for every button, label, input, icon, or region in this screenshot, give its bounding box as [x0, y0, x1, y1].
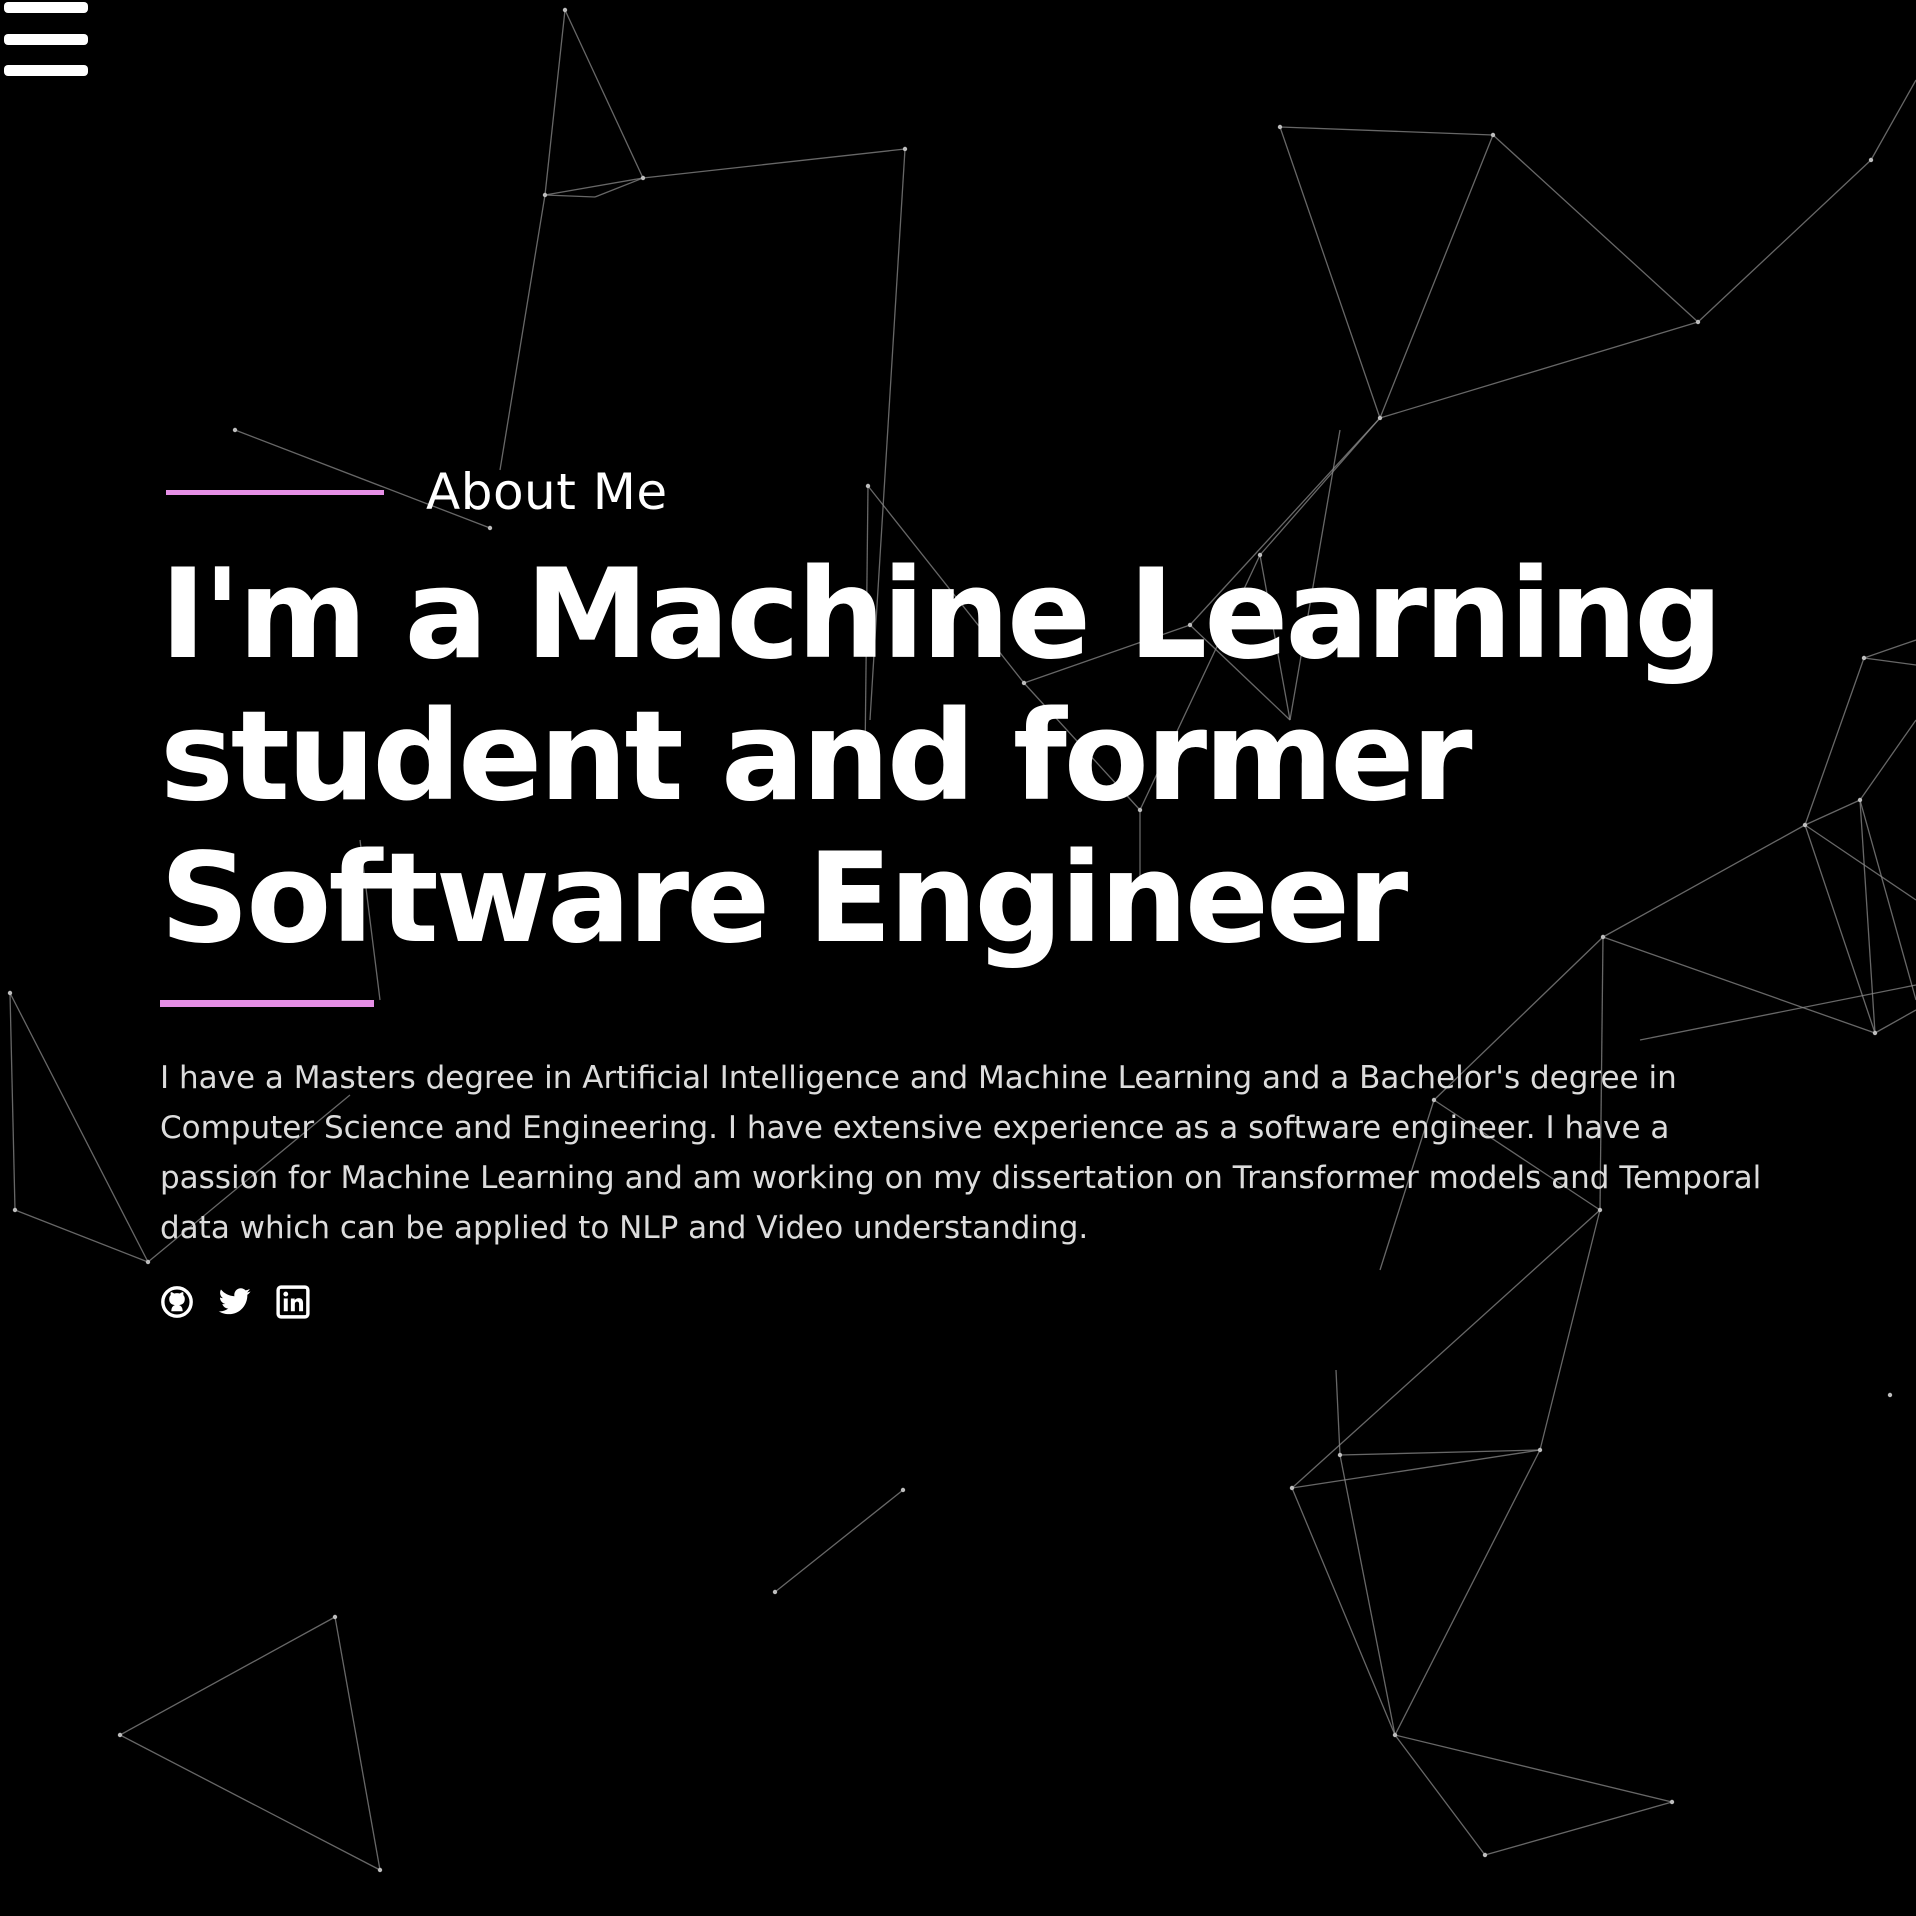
network-node [1377, 415, 1383, 421]
network-node [1337, 1452, 1343, 1458]
network-line [1870, 79, 1916, 161]
github-icon [161, 1286, 193, 1318]
network-line [1804, 824, 1876, 1034]
network-node [12, 1207, 18, 1213]
network-node [1482, 1852, 1488, 1858]
network-node [562, 7, 568, 13]
network-node [332, 1614, 338, 1620]
network-line [1291, 1449, 1541, 1489]
network-node [1802, 822, 1808, 828]
page-title: I'm a Machine Learning student and forme… [160, 543, 1723, 971]
menu-bar-top [4, 2, 88, 13]
network-node [117, 1732, 123, 1738]
network-node [1537, 1447, 1543, 1453]
network-line [1279, 126, 1494, 136]
menu-bar-bottom [4, 65, 88, 76]
menu-bar-middle [4, 34, 88, 45]
network-line [1804, 824, 1916, 901]
network-line [1394, 1449, 1541, 1736]
twitter-link[interactable] [218, 1285, 252, 1319]
network-line [1859, 719, 1916, 801]
network-node [7, 990, 13, 996]
network-node [1669, 1799, 1675, 1805]
network-line [544, 194, 596, 198]
network-node [232, 427, 238, 433]
network-line [544, 9, 566, 196]
network-line [119, 1734, 381, 1871]
network-node [1490, 132, 1496, 138]
network-line [774, 1489, 904, 1593]
about-section: About Me I'm a Machine Learning student … [160, 450, 1800, 1319]
network-line [1863, 657, 1916, 666]
network-node [902, 146, 908, 152]
network-node [1872, 1030, 1878, 1036]
linkedin-link[interactable] [276, 1285, 310, 1319]
bio-paragraph: I have a Masters degree in Artificial In… [160, 1060, 1762, 1246]
linkedin-icon [276, 1285, 310, 1319]
network-line [1804, 657, 1865, 826]
network-line [119, 1616, 336, 1736]
network-line [1379, 134, 1494, 419]
social-links [160, 1285, 1800, 1319]
network-line [9, 992, 149, 1263]
network-node [900, 1487, 906, 1493]
network-line [1863, 639, 1916, 659]
network-line [1335, 1369, 1341, 1456]
network-line [564, 9, 644, 179]
network-line [1379, 321, 1699, 419]
network-line [1874, 1009, 1916, 1034]
network-node [1868, 157, 1874, 163]
network-node [1887, 1392, 1893, 1398]
network-node [1392, 1732, 1398, 1738]
github-link[interactable] [160, 1285, 194, 1319]
network-node [145, 1259, 151, 1265]
twitter-icon [218, 1288, 251, 1315]
page: About Me I'm a Machine Learning student … [0, 0, 1916, 1916]
network-node [1277, 124, 1283, 130]
network-line [1394, 1734, 1673, 1803]
network-node [1857, 797, 1863, 803]
network-node [1861, 655, 1867, 661]
network-line [1492, 134, 1699, 323]
network-line [1859, 799, 1876, 1034]
network-line [1859, 799, 1916, 1001]
network-line [544, 177, 644, 196]
network-line [1279, 126, 1381, 419]
network-node [1695, 319, 1701, 325]
network-line [334, 1616, 381, 1871]
network-line [1804, 799, 1861, 826]
accent-divider [160, 1000, 374, 1007]
network-line [1484, 1801, 1673, 1856]
network-node [772, 1589, 778, 1595]
section-title: About Me [426, 463, 668, 521]
network-line [14, 1209, 149, 1263]
network-node [1289, 1485, 1295, 1491]
accent-line [166, 489, 384, 495]
network-node [542, 192, 548, 198]
network-line [1291, 1487, 1396, 1736]
network-line [499, 194, 546, 471]
network-line [9, 992, 16, 1211]
network-node [377, 1867, 383, 1873]
network-line [594, 177, 644, 198]
network-node [640, 175, 646, 181]
menu-button[interactable] [4, 2, 88, 78]
network-line [1339, 1454, 1396, 1736]
network-line [1697, 159, 1872, 323]
section-heading: About Me [160, 450, 1800, 534]
network-line [642, 148, 906, 179]
